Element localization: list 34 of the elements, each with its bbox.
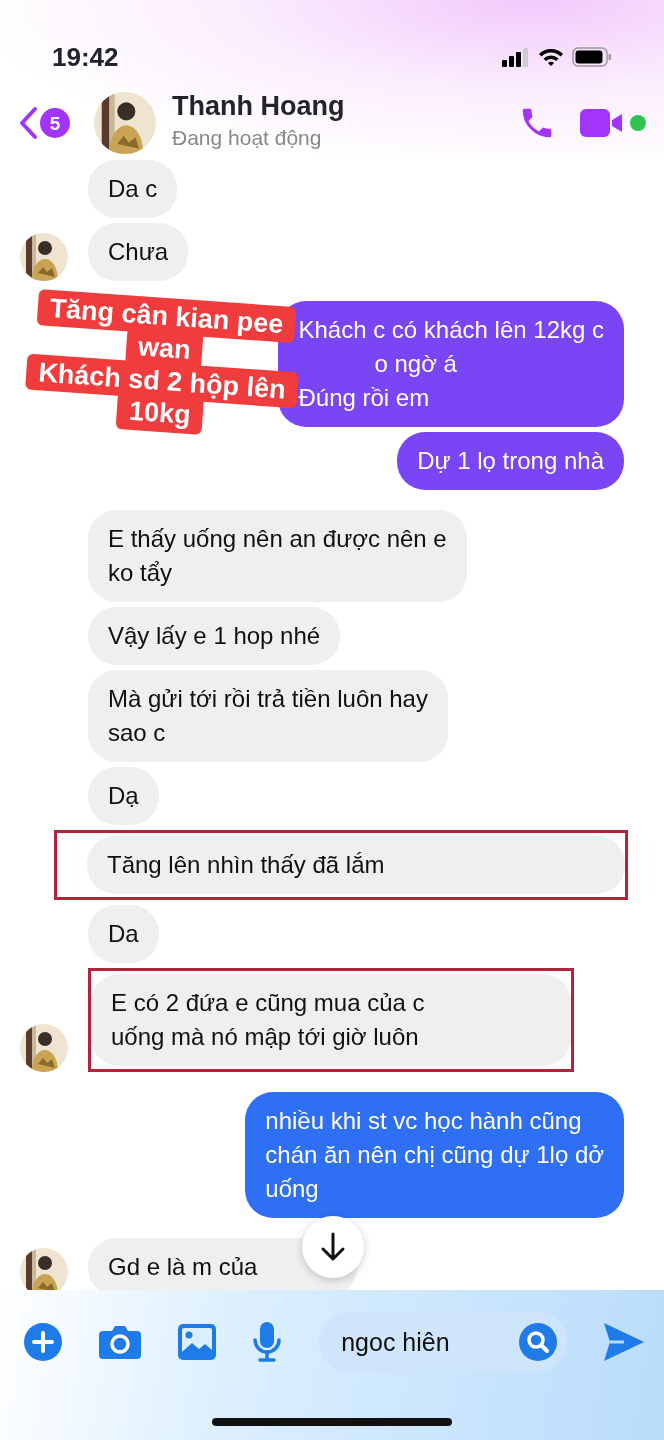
received-message: Tăng lên nhìn thấy đã lắm xyxy=(87,836,625,894)
sent-message: nhiều khi st vc học hành cũng chán ăn nên chị cũng dự 1lọ dở uống xyxy=(245,1092,624,1218)
down-arrow-icon xyxy=(320,1232,346,1262)
unread-count: 5 xyxy=(40,108,70,138)
contact-name: Thanh Hoang xyxy=(172,92,346,123)
received-message: E thấy uống nên an được nên e ko tẩy xyxy=(88,510,467,602)
image-icon xyxy=(177,1324,216,1360)
received-message: Chưa xyxy=(88,223,189,281)
send-button[interactable] xyxy=(604,1323,644,1361)
camera-icon xyxy=(98,1324,141,1360)
send-icon xyxy=(604,1323,644,1361)
plus-icon xyxy=(24,1323,62,1361)
received-message: Mà gửi tới rồi trả tiền luôn hay sao c xyxy=(88,670,448,762)
received-message: Da c xyxy=(88,160,178,218)
microphone-icon xyxy=(252,1322,283,1362)
back-icon xyxy=(18,106,38,140)
received-message: Da xyxy=(88,905,159,963)
back-button[interactable]: 5 xyxy=(18,106,70,140)
search-icon xyxy=(519,1323,558,1361)
received-message: Vậy lấy e 1 hop nhé xyxy=(88,607,341,665)
scroll-down-button[interactable] xyxy=(302,1216,364,1278)
battery-icon xyxy=(572,47,612,67)
voice-button[interactable] xyxy=(252,1322,283,1362)
received-message: E có 2 đứa e cũng mua của c uống mà nó mập tới giờ luôn xyxy=(91,974,571,1066)
status-time: 19:42 xyxy=(52,40,119,74)
sent-message: Dự 1 lọ trong nhà xyxy=(397,432,624,490)
wifi-icon xyxy=(538,47,564,67)
received-message: Dạ xyxy=(88,767,159,825)
gallery-button[interactable] xyxy=(177,1324,216,1360)
signal-icon xyxy=(502,47,530,67)
contact-status: Đang hoạt động xyxy=(172,125,323,152)
message-field[interactable]: ngoc hiên xyxy=(319,1312,568,1372)
add-button[interactable] xyxy=(24,1323,62,1361)
camera-button[interactable] xyxy=(98,1324,141,1360)
